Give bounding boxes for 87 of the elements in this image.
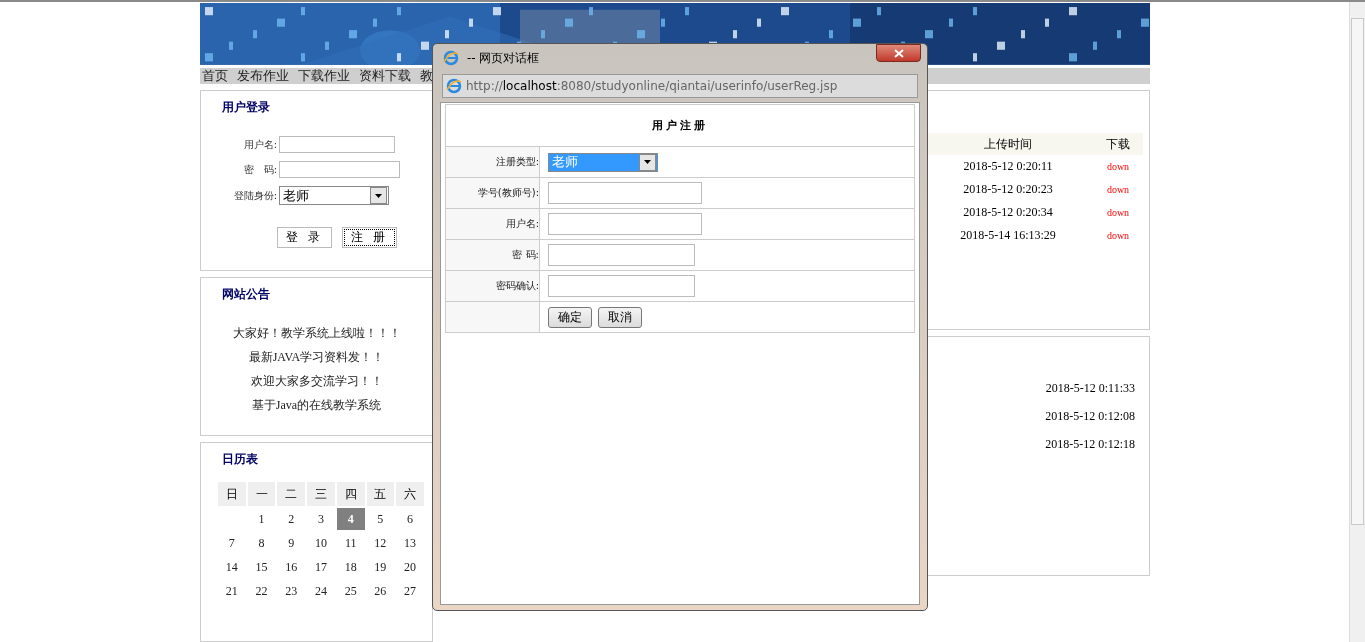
table-cell-text: 2018-5-12 0:20:11 — [962, 159, 1054, 174]
calendar-day[interactable]: 21 — [218, 580, 246, 602]
calendar-day[interactable]: 9 — [277, 532, 306, 554]
calendar-day[interactable]: 20 — [396, 556, 424, 578]
calendar-day[interactable]: 26 — [366, 580, 395, 602]
field-label: 用户名: — [242, 137, 277, 152]
download-link[interactable]: down — [1106, 161, 1130, 172]
calendar-day[interactable]: 12 — [366, 532, 395, 554]
field-label: 注册类型: — [446, 147, 540, 177]
browser-icon — [443, 50, 459, 66]
field-label: 密 码: — [446, 240, 540, 270]
scrollbar[interactable] — [1349, 2, 1365, 642]
weekday-header: 五 — [366, 482, 395, 506]
input-field[interactable] — [548, 213, 702, 235]
identity-select[interactable]: 老师 — [279, 186, 389, 205]
download-link[interactable]: down — [1106, 230, 1130, 241]
nav-link[interactable]: 首页 — [202, 67, 228, 84]
table-cell-text: 2018-5-12 0:20:23 — [962, 182, 1054, 197]
column-header: 下载 — [1105, 135, 1131, 153]
close-icon — [893, 48, 904, 58]
panel-title: 日历表 — [221, 451, 259, 468]
dialog-button[interactable]: 取消 — [598, 306, 642, 328]
nav-link[interactable]: 教 — [420, 67, 433, 84]
input-field[interactable] — [279, 161, 400, 178]
weekday-header: 四 — [336, 482, 365, 506]
browser-icon — [446, 78, 462, 94]
weekday-header: 日 — [218, 482, 246, 506]
calendar-day[interactable]: 5 — [366, 508, 395, 530]
input-field[interactable] — [548, 244, 695, 266]
nav-link[interactable]: 下载作业 — [298, 67, 350, 84]
dialog-button[interactable]: 确定 — [548, 306, 592, 328]
calendar-day[interactable]: 16 — [277, 556, 306, 578]
notice-text: 大家好！教学系统上线啦！！！ — [231, 325, 402, 342]
table-cell-text: 2018-5-14 16:13:29 — [959, 228, 1057, 243]
calendar-day[interactable]: 27 — [396, 580, 424, 602]
panel-title: 用户登录 — [221, 99, 271, 116]
download-link[interactable]: down — [1106, 184, 1130, 195]
calendar-day[interactable]: 3 — [307, 508, 335, 530]
field-label: 登陆身份: — [232, 188, 277, 203]
calendar-day[interactable]: 13 — [396, 532, 424, 554]
news-date: 2018-5-12 0:12:08 — [1044, 409, 1136, 425]
calendar-day[interactable]: 24 — [307, 580, 335, 602]
calendar-day[interactable]: 15 — [247, 556, 276, 578]
calendar-day[interactable]: 1 — [247, 508, 276, 530]
input-field[interactable] — [548, 182, 702, 204]
weekday-header: 六 — [396, 482, 424, 506]
panel-title: 网站公告 — [221, 286, 271, 303]
download-link[interactable]: down — [1106, 207, 1130, 218]
window-title: -- 网页对话框 — [467, 49, 541, 67]
nav-link[interactable]: 资料下载 — [359, 67, 411, 84]
field-label: 用户名: — [446, 209, 540, 239]
field-label: 密码确认: — [446, 271, 540, 301]
calendar-day[interactable]: 10 — [307, 532, 335, 554]
notice-text: 最新JAVA学习资料发！！ — [247, 349, 386, 366]
calendar-day[interactable]: 6 — [396, 508, 424, 530]
input-field[interactable] — [279, 136, 395, 153]
dropdown-arrow-icon — [375, 193, 382, 198]
calendar-day[interactable]: 22 — [247, 580, 276, 602]
calendar-day[interactable]: 18 — [336, 556, 365, 578]
calendar-day[interactable]: 7 — [218, 532, 246, 554]
calendar-day[interactable]: 25 — [336, 580, 365, 602]
close-button[interactable] — [876, 44, 921, 62]
url-text: http://localhost:8080/studyonline/qiantai/userinfo/userReg.jsp — [466, 79, 838, 93]
form-button[interactable]: 注 册 — [341, 227, 397, 248]
calendar-day[interactable]: 8 — [247, 532, 276, 554]
field-label: 密 码: — [242, 162, 277, 177]
news-date: 2018-5-12 0:12:18 — [1044, 437, 1136, 453]
notice-text: 基于Java的在线教学系统 — [250, 397, 383, 414]
dropdown-arrow-icon — [644, 160, 651, 164]
calendar-day[interactable]: 4 — [336, 508, 365, 530]
column-header: 上传时间 — [983, 135, 1033, 153]
input-field[interactable] — [548, 275, 695, 297]
calendar-day[interactable]: 11 — [336, 532, 365, 554]
table-cell-text: 2018-5-12 0:20:34 — [962, 205, 1054, 220]
calendar-day[interactable]: 19 — [366, 556, 395, 578]
form-button[interactable]: 登 录 — [277, 227, 332, 248]
weekday-header: 三 — [307, 482, 335, 506]
calendar-day[interactable]: 23 — [277, 580, 306, 602]
calendar-day[interactable]: 14 — [218, 556, 246, 578]
news-date: 2018-5-12 0:11:33 — [1044, 381, 1136, 397]
weekday-header: 一 — [247, 482, 276, 506]
field-label: 学号(教师号): — [446, 178, 540, 208]
calendar-day[interactable]: 17 — [307, 556, 335, 578]
nav-link[interactable]: 发布作业 — [237, 67, 289, 84]
weekday-header: 二 — [277, 482, 306, 506]
calendar-day[interactable]: 2 — [277, 508, 306, 530]
notice-text: 欢迎大家多交流学习！！ — [249, 373, 384, 390]
